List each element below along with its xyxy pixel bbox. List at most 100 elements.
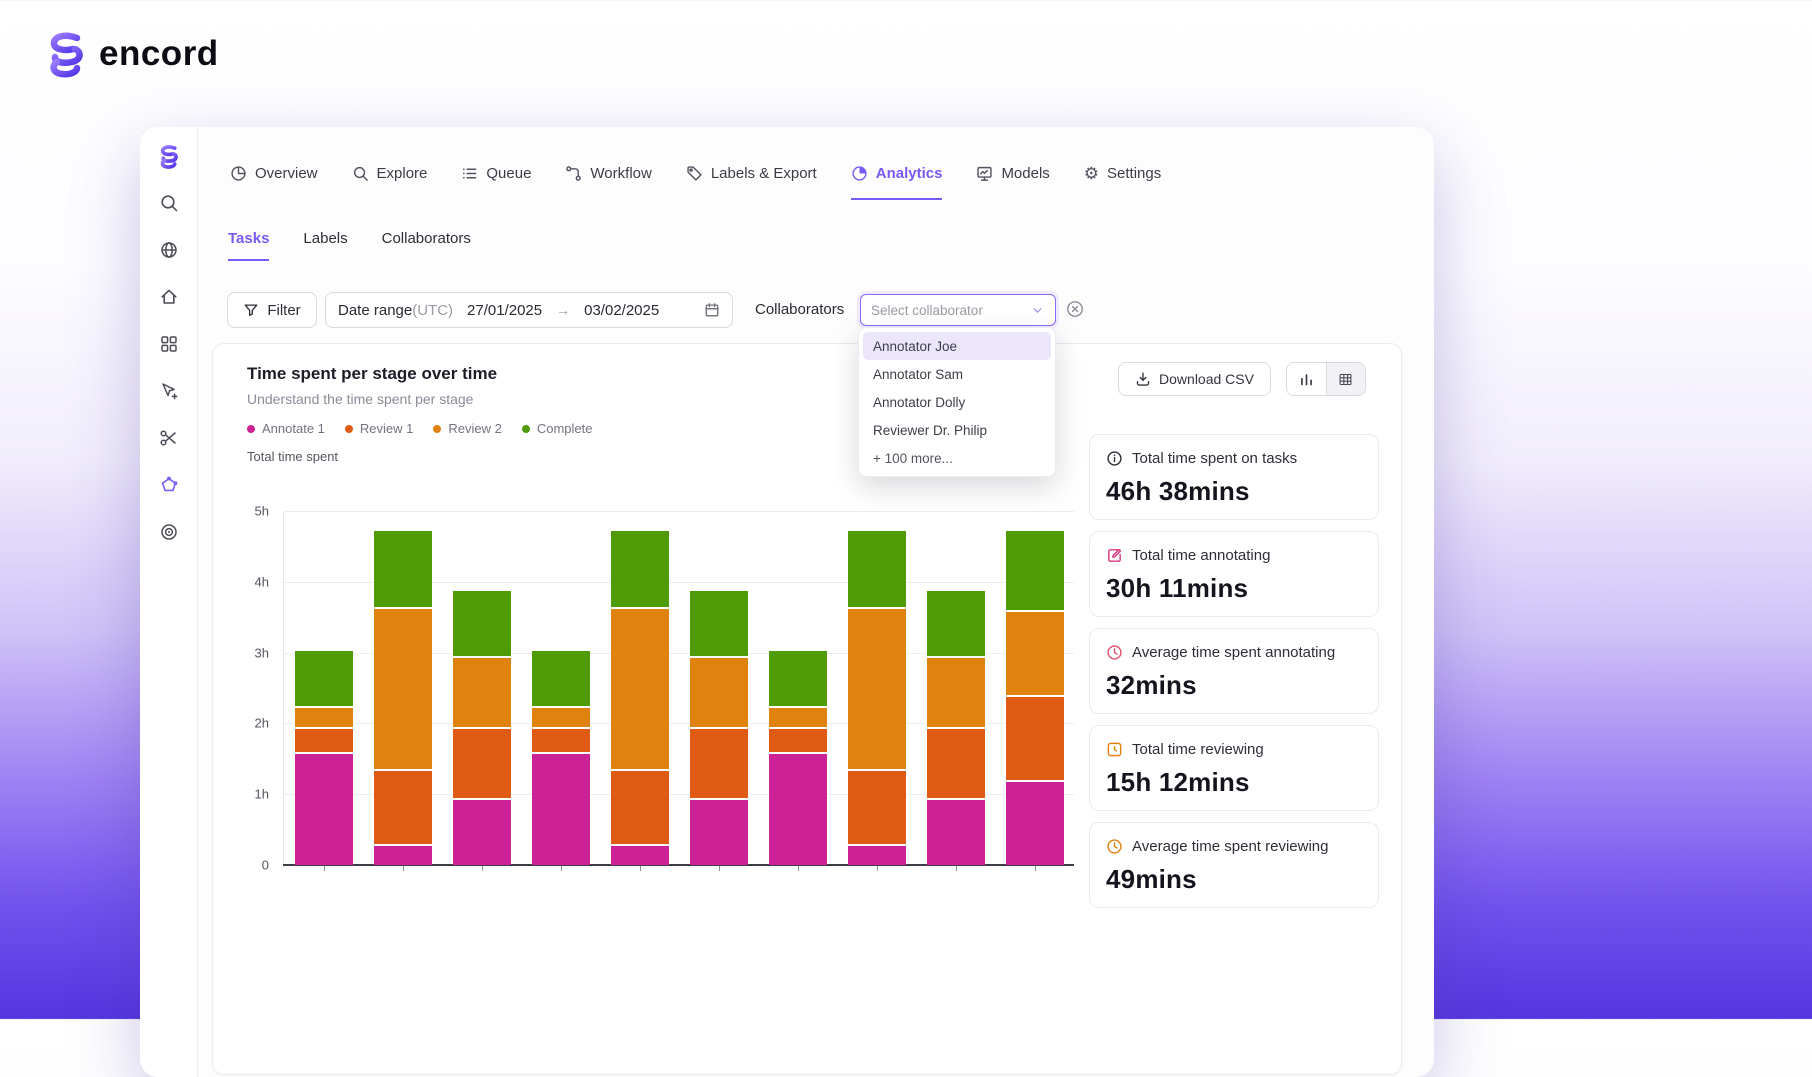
tab-labels[interactable]: Labels: [303, 230, 347, 261]
bar-segment[interactable]: [452, 728, 511, 798]
y-axis-tick-label: 3h: [254, 645, 269, 661]
nav-item-labels-export[interactable]: Labels & Export: [686, 165, 817, 200]
date-range-control[interactable]: Date range (UTC) 27/01/2025 → 03/02/2025: [325, 292, 733, 328]
legend-item[interactable]: Complete: [521, 421, 592, 436]
bar-segment[interactable]: [847, 530, 906, 607]
bar-segment[interactable]: [294, 728, 353, 752]
bar-segment[interactable]: [926, 590, 985, 657]
bar-segment[interactable]: [689, 658, 748, 727]
nav-item-workflow[interactable]: Workflow: [565, 165, 652, 200]
bar-segment[interactable]: [1005, 612, 1064, 696]
dropdown-item[interactable]: Annotator Joe: [863, 332, 1051, 360]
bar-segment[interactable]: [610, 530, 669, 607]
date-range-end-input[interactable]: 03/02/2025: [584, 302, 659, 319]
bar-segment[interactable]: [610, 771, 669, 844]
stat-value: 32mins: [1106, 670, 1197, 700]
bar-segment[interactable]: [452, 658, 511, 727]
nav-item-queue[interactable]: Queue: [461, 165, 531, 200]
bar-segment[interactable]: [452, 590, 511, 657]
bar-segment[interactable]: [926, 728, 985, 798]
bar-segment[interactable]: [926, 799, 985, 865]
dropdown-item[interactable]: Annotator Sam: [863, 360, 1051, 388]
annotate-cursor-icon[interactable]: [158, 380, 180, 402]
bar-segment[interactable]: [294, 651, 353, 706]
bar-segment[interactable]: [531, 707, 590, 727]
download-csv-button[interactable]: Download CSV: [1118, 362, 1271, 396]
bar-segment[interactable]: [531, 753, 590, 865]
clear-filter-icon[interactable]: [1065, 299, 1085, 319]
nav-item-explore[interactable]: Explore: [352, 165, 427, 200]
bar-segment[interactable]: [847, 608, 906, 770]
legend-item[interactable]: Annotate 1: [247, 421, 325, 436]
legend-item[interactable]: Review 2: [433, 421, 502, 436]
bar-segment[interactable]: [689, 590, 748, 657]
nav-label: Labels & Export: [710, 165, 817, 182]
download-csv-label: Download CSV: [1159, 371, 1254, 387]
bar-segment[interactable]: [847, 771, 906, 844]
bar-segment[interactable]: [768, 707, 827, 727]
search-icon[interactable]: [158, 192, 180, 214]
bar-segment[interactable]: [1005, 697, 1064, 781]
x-axis-tick: [876, 866, 878, 871]
bar-segment[interactable]: [373, 530, 432, 607]
x-axis-tick: [560, 866, 562, 871]
arrow-right-icon: →: [556, 302, 571, 318]
x-axis-tick: [718, 866, 720, 871]
apps-grid-icon[interactable]: [158, 333, 180, 355]
nav-item-models[interactable]: Models: [976, 165, 1050, 200]
analytics-pie-icon: [851, 165, 868, 182]
nav-item-settings[interactable]: ⚙ Settings: [1084, 165, 1161, 200]
edit-icon: [1106, 547, 1123, 564]
bar-segment[interactable]: [452, 799, 511, 865]
bar-segment[interactable]: [610, 608, 669, 770]
stat-card-total-time-annotating: Total time annotating 30h 11mins: [1089, 531, 1379, 617]
nav-label: Workflow: [590, 165, 652, 182]
tab-collaborators[interactable]: Collaborators: [382, 230, 471, 261]
bar-segment[interactable]: [531, 728, 590, 752]
bar-segment[interactable]: [610, 845, 669, 865]
bar-segment[interactable]: [768, 651, 827, 706]
target-icon[interactable]: [158, 521, 180, 543]
polygon-tool-icon[interactable]: [158, 474, 180, 496]
dropdown-item[interactable]: Reviewer Dr. Philip: [863, 416, 1051, 444]
table-view-button[interactable]: [1326, 363, 1365, 395]
bar-segment[interactable]: [926, 658, 985, 727]
bar-segment[interactable]: [1005, 782, 1064, 865]
calendar-icon[interactable]: [704, 302, 720, 318]
y-axis-tick-label: 2h: [254, 715, 269, 731]
chart-y-labels: 0 1h 2h 3h 4h 5h: [229, 504, 269, 873]
collaborator-dropdown-menu: Annotator Joe Annotator Sam Annotator Do…: [858, 327, 1056, 477]
bar-chart-view-button[interactable]: [1287, 363, 1327, 395]
nav-item-overview[interactable]: Overview: [230, 165, 318, 200]
bar-segment[interactable]: [689, 799, 748, 865]
globe-icon[interactable]: [158, 239, 180, 261]
sidebar-encord-logo-icon[interactable]: [158, 144, 180, 169]
nav-item-analytics[interactable]: Analytics: [850, 165, 943, 200]
scissors-icon[interactable]: [158, 427, 180, 449]
home-icon[interactable]: [158, 286, 180, 308]
dropdown-item[interactable]: Annotator Dolly: [863, 388, 1051, 416]
bar-segment[interactable]: [1005, 530, 1064, 611]
bar-segment[interactable]: [689, 728, 748, 798]
bar-segment[interactable]: [768, 753, 827, 865]
stat-value: 49mins: [1106, 864, 1197, 894]
legend-dot: [521, 424, 530, 433]
legend-dot: [247, 424, 255, 433]
date-range-start-input[interactable]: 27/01/2025: [467, 302, 542, 319]
legend-item[interactable]: Review 1: [344, 421, 413, 436]
bar-segment[interactable]: [847, 845, 906, 865]
collaborator-select[interactable]: Select collaborator: [860, 294, 1056, 326]
dropdown-item-more[interactable]: + 100 more...: [863, 444, 1051, 472]
bar-segment[interactable]: [373, 608, 432, 770]
bar-segment[interactable]: [373, 845, 432, 865]
bar-segment[interactable]: [294, 707, 353, 727]
bar-segment[interactable]: [768, 728, 827, 752]
bar-segment[interactable]: [373, 771, 432, 844]
tab-tasks[interactable]: Tasks: [228, 230, 270, 261]
bar-segment[interactable]: [294, 753, 353, 865]
filter-button[interactable]: Filter: [227, 292, 317, 328]
stat-label: Total time spent on tasks: [1132, 450, 1298, 467]
tag-icon: [686, 165, 703, 182]
bar-segment[interactable]: [531, 651, 590, 706]
encord-wordmark: encord: [99, 34, 219, 73]
